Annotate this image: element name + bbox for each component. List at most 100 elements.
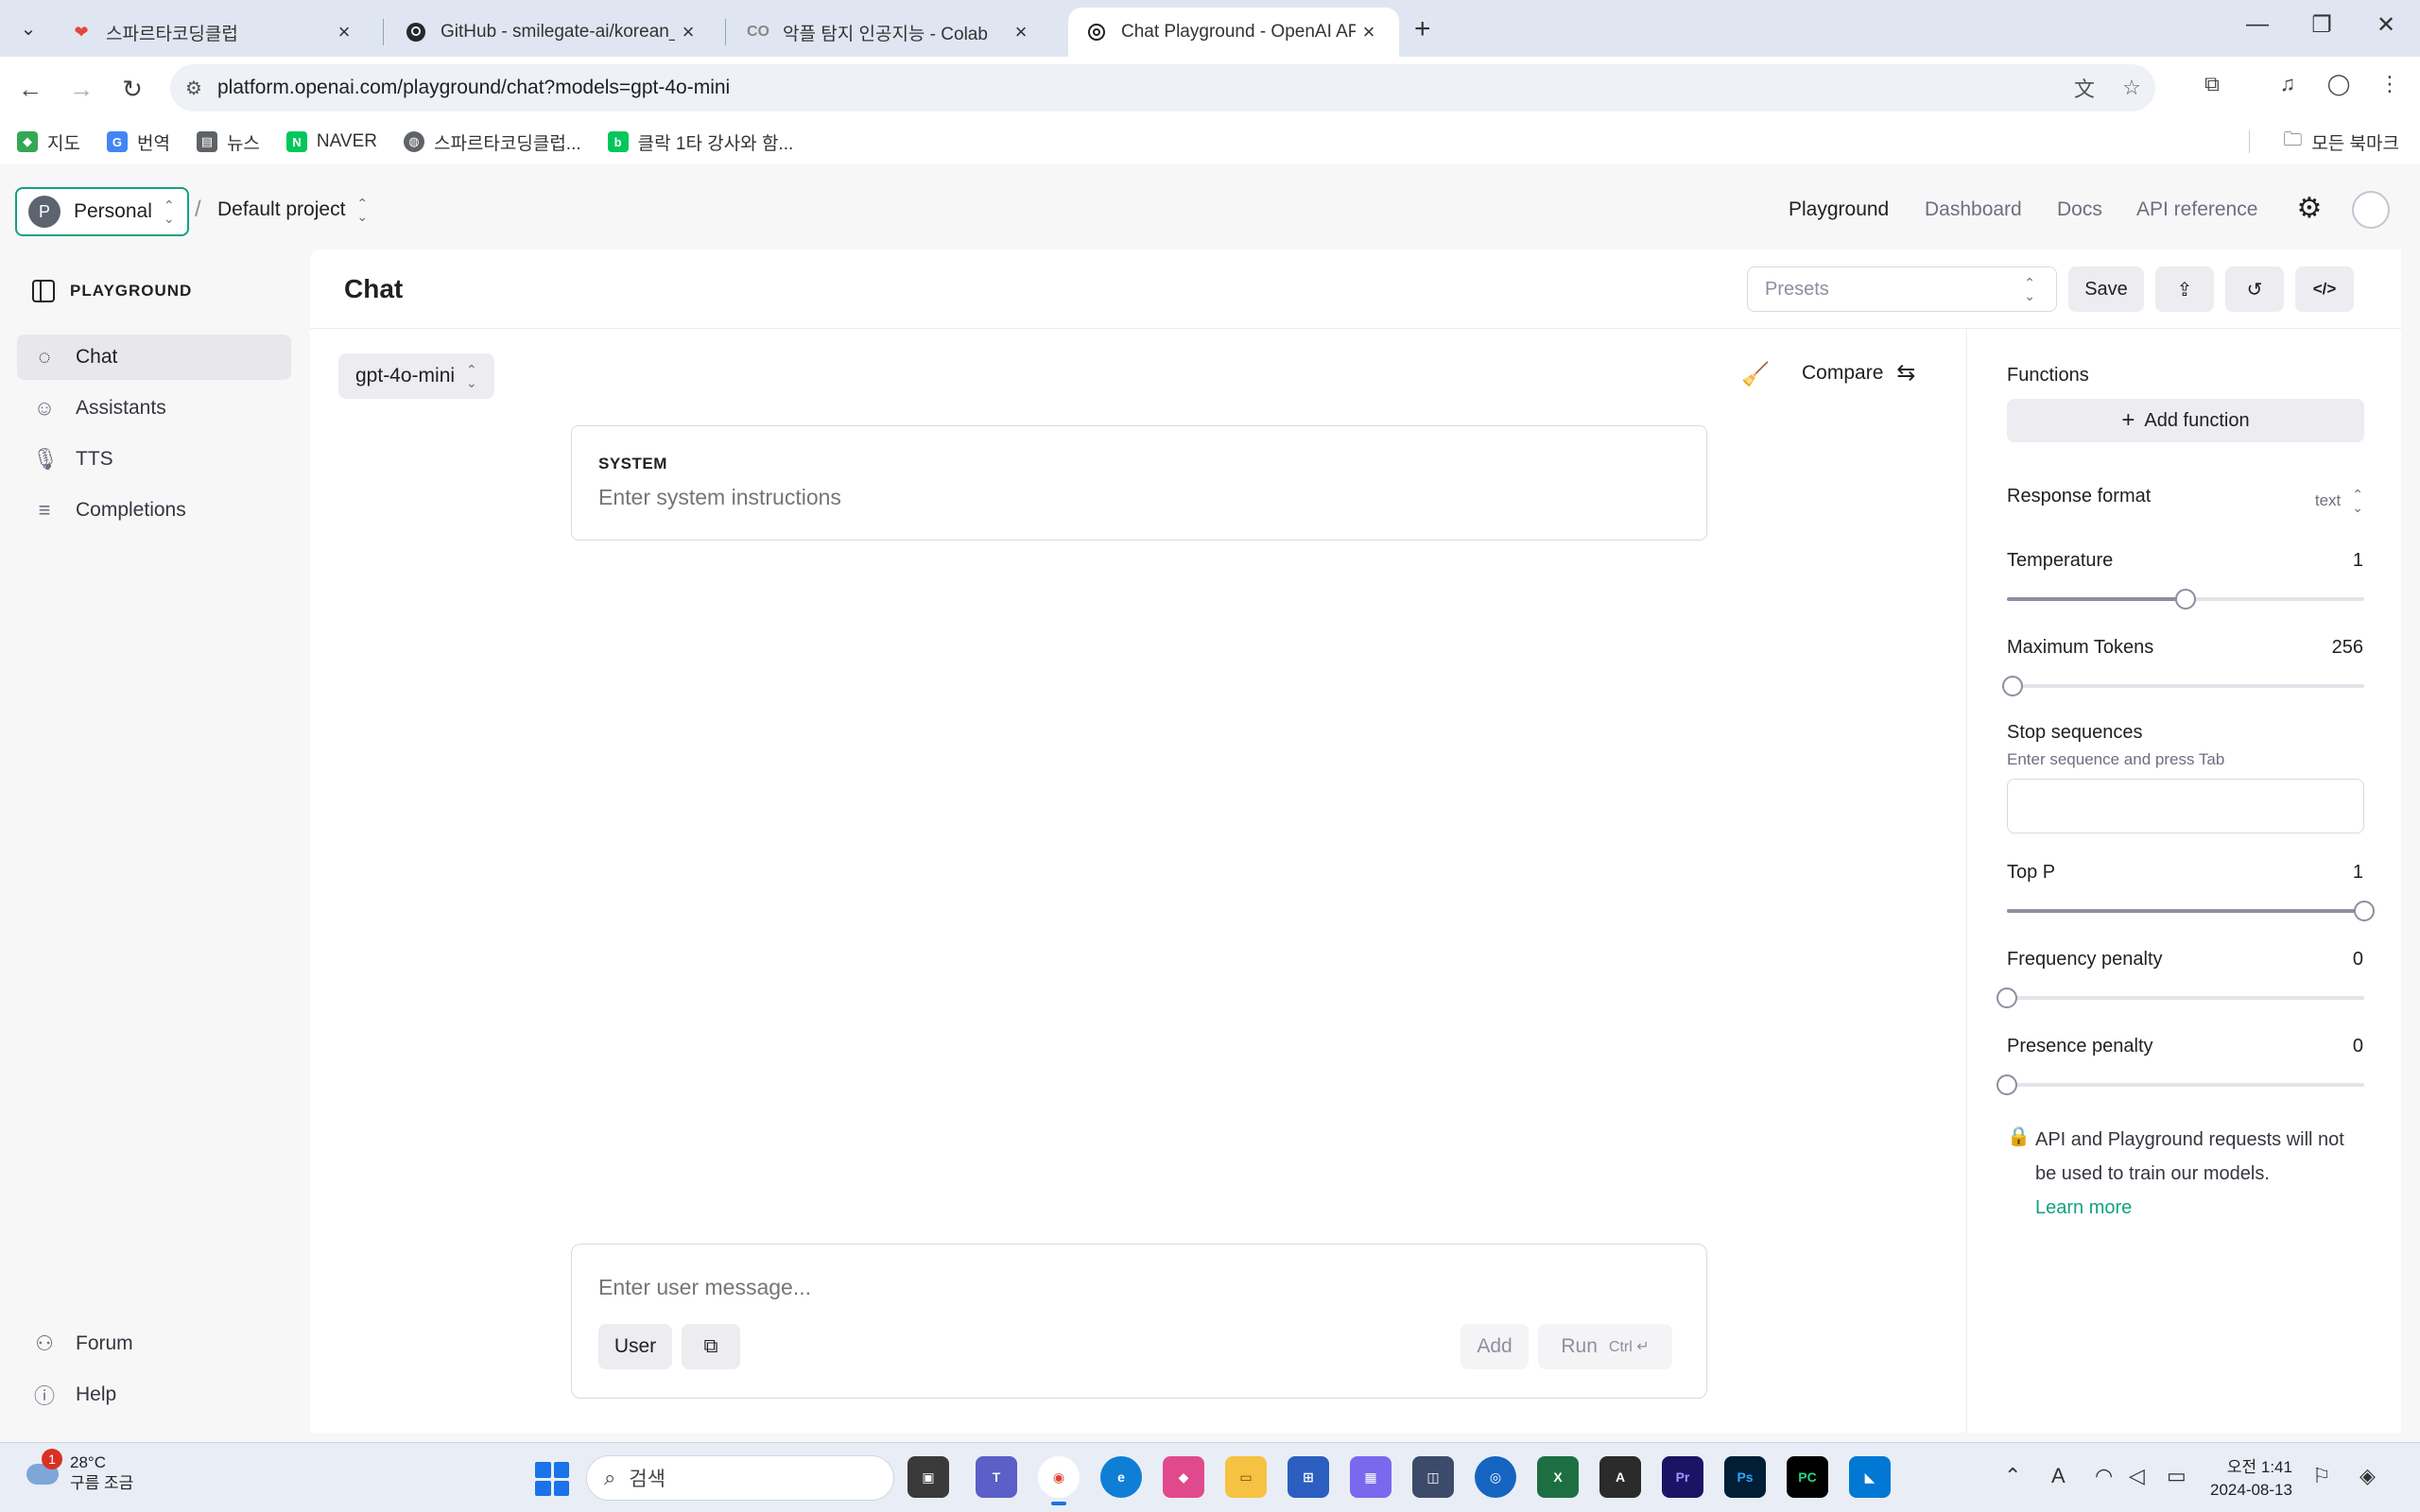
photoshop-icon[interactable]: Ps — [1724, 1456, 1766, 1498]
share-upload-icon[interactable]: ⇪ — [2155, 266, 2214, 312]
bookmark-naver[interactable]: N NAVER — [285, 131, 377, 152]
file-explorer-icon[interactable]: ▭ — [1225, 1456, 1267, 1498]
view-code-icon[interactable]: </> — [2295, 266, 2354, 312]
response-format-select[interactable]: text ⌃ ⌄ — [2315, 488, 2363, 514]
media-icon[interactable]: ♫ — [2269, 72, 2307, 96]
bookmark-blog[interactable]: b 클락 1타 강사와 함... — [607, 129, 793, 155]
model-select[interactable]: gpt-4o-mini ⌃ ⌄ — [338, 353, 494, 399]
chrome-icon[interactable]: ◉ — [1038, 1456, 1080, 1505]
sidebar-item-assistants[interactable]: ☺ Assistants — [17, 386, 291, 431]
system-instructions-input[interactable] — [598, 485, 1676, 510]
notification-bell-icon[interactable]: ⚐ — [2312, 1464, 2331, 1488]
restore-icon[interactable]: ❐ — [2303, 11, 2341, 39]
temperature-value[interactable]: 1 — [2353, 550, 2363, 572]
frequency-penalty-slider[interactable] — [1996, 988, 2364, 1008]
tab-search-chevron-icon[interactable]: ⌄ — [13, 13, 43, 43]
premiere-icon[interactable]: Pr — [1662, 1456, 1703, 1498]
pycharm-icon[interactable]: PC — [1787, 1456, 1828, 1498]
system-clock[interactable]: 오전 1:41 2024-08-13 — [2210, 1456, 2292, 1502]
top-p-slider[interactable] — [2007, 901, 2375, 921]
tab-close-icon[interactable]: × — [1008, 20, 1034, 44]
edge-icon[interactable]: e — [1100, 1456, 1142, 1498]
pink-app-icon[interactable]: ◆ — [1163, 1456, 1204, 1498]
organization-switcher[interactable]: P Personal ⌃ ⌄ — [15, 187, 189, 236]
extensions-icon[interactable]: ⧉ — [2193, 72, 2231, 96]
max-tokens-slider[interactable] — [2001, 676, 2364, 696]
sidebar-item-help[interactable]: ⓘ Help — [17, 1372, 291, 1418]
frequency-penalty-value[interactable]: 0 — [2353, 949, 2363, 971]
ime-icon[interactable]: A — [2051, 1464, 2066, 1488]
back-icon[interactable]: ← — [13, 72, 47, 106]
teams-icon[interactable]: T — [976, 1456, 1017, 1498]
slider-thumb[interactable] — [2354, 901, 2375, 921]
taskbar-search[interactable]: ⌕ 검색 — [586, 1455, 894, 1501]
reload-icon[interactable]: ↻ — [115, 72, 149, 106]
max-tokens-value[interactable]: 256 — [2332, 637, 2363, 659]
browser-tab-openai[interactable]: Chat Playground - OpenAI API × — [1068, 8, 1399, 57]
windows-start-icon[interactable] — [535, 1462, 569, 1496]
add-function-button[interactable]: + Add function — [2007, 399, 2364, 442]
browser-tab-github[interactable]: GitHub - smilegate-ai/korean_ × — [388, 8, 718, 57]
top-p-value[interactable]: 1 — [2353, 862, 2363, 884]
presence-penalty-slider[interactable] — [1996, 1074, 2364, 1095]
slider-thumb[interactable] — [1996, 1074, 2017, 1095]
clear-broom-icon[interactable]: 🧹 — [1741, 361, 1770, 388]
excel-icon[interactable]: X — [1537, 1456, 1579, 1498]
task-view-icon[interactable]: ▣ — [908, 1456, 949, 1498]
sidebar-section-header[interactable]: PLAYGROUND — [32, 280, 192, 302]
bookmark-maps[interactable]: ◆ 지도 — [17, 129, 80, 155]
temperature-slider[interactable] — [2007, 589, 2364, 610]
new-tab-button[interactable]: + — [1414, 13, 1431, 45]
weather-widget[interactable]: 1 28°C 구름 조금 — [23, 1449, 133, 1494]
attach-image-icon[interactable]: ⧉ — [682, 1324, 740, 1369]
project-switcher[interactable]: Default project ⌃ ⌄ — [217, 197, 368, 223]
presets-select[interactable]: Presets ⌃ ⌄ — [1747, 266, 2057, 312]
volume-icon[interactable]: ◁ — [2129, 1464, 2145, 1488]
sidebar-item-forum[interactable]: ⚇ Forum — [17, 1321, 291, 1366]
profile-icon[interactable]: ◯ — [2320, 72, 2358, 96]
history-icon[interactable]: ↺ — [2225, 266, 2284, 312]
sidebar-item-tts[interactable]: 🎙 TTS — [17, 437, 291, 482]
translate-page-icon[interactable]: 文 — [2061, 73, 2108, 103]
system-message-box[interactable]: SYSTEM — [571, 425, 1707, 541]
save-button[interactable]: Save — [2068, 266, 2144, 312]
bookmark-sparta[interactable]: ◍ 스파르타코딩클럽... — [403, 129, 581, 155]
purple-app-icon[interactable]: ▦ — [1350, 1456, 1392, 1498]
stop-sequences-input[interactable] — [2007, 779, 2364, 833]
acrobat-icon[interactable]: A — [1599, 1456, 1641, 1498]
all-bookmarks-button[interactable]: 🗀 모든 북마크 — [2283, 119, 2399, 164]
nav-api-reference[interactable]: API reference — [2136, 198, 2257, 221]
bookmark-star-icon[interactable]: ☆ — [2108, 76, 2155, 100]
browser-tab-colab[interactable]: CO 악플 탐지 인공지능 - Colab × — [730, 8, 1051, 57]
minimize-icon[interactable]: — — [2238, 11, 2276, 38]
slider-thumb[interactable] — [1996, 988, 2017, 1008]
bookmark-news[interactable]: ▤ 뉴스 — [196, 129, 260, 155]
nav-docs[interactable]: Docs — [2057, 198, 2102, 221]
address-bar[interactable]: ⚙ platform.openai.com/playground/chat?mo… — [170, 64, 2155, 112]
compare-button[interactable]: Compare ⇆ — [1802, 359, 1915, 387]
wifi-icon[interactable]: ◠ — [2095, 1464, 2113, 1488]
site-info-icon[interactable]: ⚙ — [170, 77, 217, 100]
remote-desktop-icon[interactable]: ◫ — [1412, 1456, 1454, 1498]
browser-tab-sparta[interactable]: ❤ 스파르타코딩클럽 × — [53, 8, 374, 57]
tab-close-icon[interactable]: × — [1356, 20, 1382, 44]
nav-dashboard[interactable]: Dashboard — [1925, 198, 2022, 221]
user-message-input[interactable] — [598, 1275, 1676, 1300]
more-menu-icon[interactable]: ⋮ — [2371, 72, 2409, 96]
tab-close-icon[interactable]: × — [331, 20, 357, 44]
forward-icon[interactable]: → — [64, 72, 98, 106]
url-text[interactable]: platform.openai.com/playground/chat?mode… — [217, 77, 2061, 99]
run-button[interactable]: Run Ctrl ↵ — [1538, 1324, 1672, 1369]
close-window-icon[interactable]: ✕ — [2367, 11, 2405, 39]
settings-gear-icon[interactable]: ⚙ — [2293, 193, 2325, 225]
vscode-icon[interactable]: ◣ — [1849, 1456, 1891, 1498]
tab-close-icon[interactable]: × — [675, 20, 701, 44]
sidebar-toggle-icon[interactable] — [32, 280, 55, 302]
add-message-button[interactable]: Add — [1461, 1324, 1529, 1369]
presence-penalty-value[interactable]: 0 — [2353, 1036, 2363, 1057]
copilot-icon[interactable]: ◈ — [2360, 1464, 2376, 1488]
user-avatar[interactable] — [2352, 191, 2390, 229]
sidebar-item-chat[interactable]: ◌ Chat — [17, 335, 291, 380]
slider-thumb[interactable] — [2001, 676, 2023, 696]
circle-app-icon[interactable]: ◎ — [1475, 1456, 1516, 1498]
